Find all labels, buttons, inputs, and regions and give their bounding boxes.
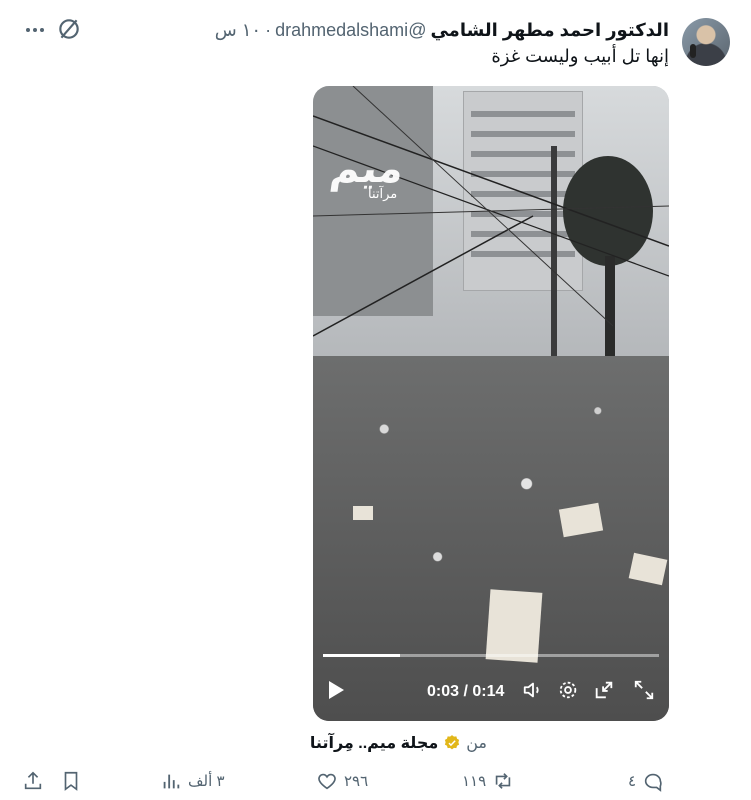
author-name[interactable]: الدكتور احمد مطهر الشامي bbox=[430, 20, 669, 41]
reply-count: ٤ bbox=[628, 773, 637, 790]
video-frame-debris bbox=[353, 506, 373, 520]
video-watermark-sub: مرآتنا bbox=[368, 186, 398, 201]
play-icon[interactable] bbox=[329, 681, 344, 699]
tweet-header: الدكتور احمد مطهر الشامي @drahmedalshami… bbox=[215, 18, 669, 42]
source-name[interactable]: مجلة ميم.. مِرآتنا bbox=[310, 733, 438, 753]
views-button[interactable]: ٣ ألف bbox=[160, 766, 225, 796]
video-source: من مجلة ميم.. مِرآتنا bbox=[310, 733, 487, 753]
author-avatar[interactable] bbox=[682, 18, 730, 66]
tweet-actions: ٤ ١١٩ ٢٩٦ ٣ ألف bbox=[0, 766, 751, 796]
share-icon[interactable] bbox=[22, 770, 44, 792]
bookmark-icon[interactable] bbox=[60, 770, 82, 792]
views-count: ٣ ألف bbox=[188, 773, 225, 790]
picture-in-picture-icon[interactable] bbox=[593, 679, 615, 701]
separator-dot: · bbox=[265, 19, 272, 40]
heart-icon bbox=[318, 773, 336, 790]
video-frame-wires bbox=[313, 86, 669, 337]
grok-icon[interactable] bbox=[56, 16, 82, 42]
tweet-text: إنها تل أبيب وليست غزة bbox=[491, 46, 669, 66]
video-frame-debris bbox=[485, 589, 543, 663]
reply-icon bbox=[644, 773, 662, 792]
author-handle[interactable]: @drahmedalshami bbox=[275, 20, 426, 41]
repost-count: ١١٩ bbox=[462, 773, 487, 790]
repost-icon bbox=[495, 773, 511, 789]
views-icon bbox=[163, 774, 180, 789]
video-frame-rubble bbox=[313, 356, 669, 721]
video-progress-bar[interactable] bbox=[323, 654, 659, 657]
video-progress-fill bbox=[323, 654, 401, 657]
tweet-video[interactable]: ميم مرآتنا 0:03 / 0:14 bbox=[313, 86, 669, 721]
settings-gear-icon[interactable] bbox=[557, 679, 579, 701]
volume-icon[interactable] bbox=[522, 679, 544, 701]
video-time: 0:03 / 0:14 bbox=[427, 683, 505, 700]
tweet-time[interactable]: ١٠ س bbox=[215, 20, 261, 41]
repost-button[interactable]: ١١٩ bbox=[462, 766, 514, 796]
fullscreen-icon[interactable] bbox=[633, 679, 655, 701]
video-controls: 0:03 / 0:14 bbox=[313, 676, 669, 706]
verified-badge-icon bbox=[445, 735, 460, 750]
more-icon[interactable] bbox=[22, 18, 48, 42]
source-prefix: من bbox=[466, 735, 487, 752]
like-count: ٢٩٦ bbox=[344, 773, 369, 790]
reply-button[interactable]: ٤ bbox=[628, 766, 664, 796]
like-button[interactable]: ٢٩٦ bbox=[316, 766, 368, 796]
